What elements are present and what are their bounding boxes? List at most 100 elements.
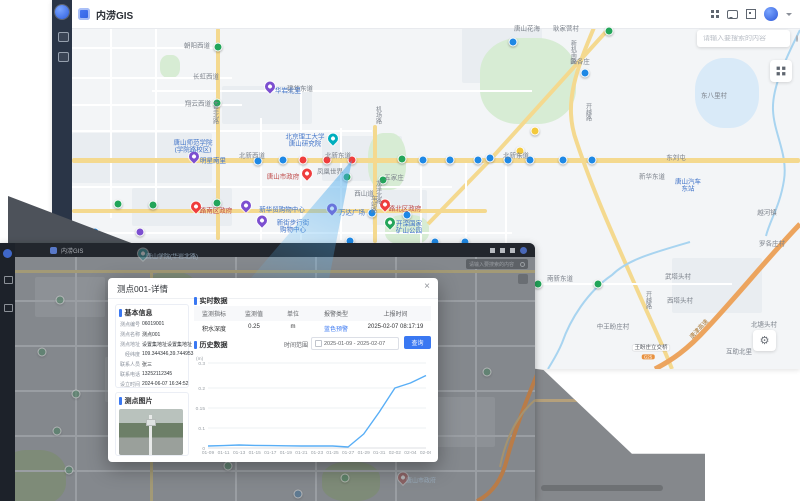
road [505, 158, 507, 243]
message-icon[interactable] [727, 10, 738, 19]
svg-text:02-04: 02-04 [404, 450, 417, 456]
dim-header: 内涝GIS [15, 243, 535, 257]
history-controls: 时间范围 2025-01-09 - 2025-02-07 查询 [194, 336, 431, 350]
section-bar [119, 309, 122, 317]
map-settings-button[interactable]: ⚙ [753, 330, 776, 351]
dim-sidebar [0, 243, 15, 501]
dim-search-placeholder: 请输入要搜索的内容 [466, 261, 520, 268]
road [155, 28, 157, 203]
svg-text:01-19: 01-19 [280, 450, 293, 456]
info-row: 联系人员张三 [119, 361, 185, 368]
dim-message-icon[interactable] [500, 248, 505, 253]
road [72, 186, 452, 188]
info-label: 联系电话 [119, 371, 140, 378]
road [465, 158, 467, 243]
info-label: 设立时间 [119, 381, 140, 388]
svg-text:01-17: 01-17 [264, 450, 277, 456]
info-row: 测点编号06019001 [119, 321, 185, 328]
photo-title: 测点图片 [125, 396, 153, 406]
info-row: 测点名称测点001 [119, 331, 185, 338]
column-header: 报警类型 [312, 306, 360, 321]
dim-marker-grid-button[interactable] [518, 274, 528, 284]
avatar[interactable] [764, 7, 778, 21]
road [420, 158, 422, 243]
column-header: 监测指标 [194, 306, 234, 321]
realtime-title: 实时数据 [200, 296, 228, 306]
sidebar-screen-icon[interactable] [58, 52, 69, 62]
station-detail-modal: 测点001-详情 × 基本信息 测点编号06019001测点名称测点001测点地… [108, 278, 438, 462]
table-cell[interactable]: 蓝色预警 [312, 321, 360, 336]
dim-sidebar-icon[interactable] [4, 304, 13, 312]
table-header-row: 监测指标监测值单位报警类型上报时间 [194, 306, 431, 321]
search-input[interactable] [697, 35, 796, 42]
column-header: 上报时间 [360, 306, 431, 321]
apps-grid-icon[interactable] [711, 10, 719, 18]
main-header: 内涝GIS [72, 0, 800, 29]
road [152, 90, 532, 92]
dim-map-search[interactable]: 请输入要搜索的内容 [466, 259, 528, 269]
svg-text:0.1: 0.1 [198, 426, 205, 432]
dim-fullscreen-icon[interactable] [510, 248, 515, 253]
road [72, 77, 232, 79]
fullscreen-icon[interactable] [746, 9, 756, 19]
info-row: 设立时间2024-06-07 16:34:52 [119, 381, 185, 388]
svg-text:02-06: 02-06 [420, 450, 431, 456]
screen: 内涝GIS ⚙ 朝阳西道长虹西道翔云西道建华东道北新西道北新东道北新东道南新东道… [0, 0, 800, 501]
svg-text:0.2: 0.2 [198, 386, 205, 392]
svg-text:01-31: 01-31 [373, 450, 386, 456]
sidebar-monitor-icon[interactable] [58, 32, 69, 42]
road [260, 118, 262, 240]
dim-road [535, 399, 635, 402]
svg-text:01-09: 01-09 [202, 450, 215, 456]
dim-avatar[interactable] [520, 247, 527, 254]
horizontal-scrollbar[interactable] [541, 485, 663, 491]
photo-card: 测点图片 [115, 392, 189, 456]
road [72, 130, 372, 132]
header-logo-icon [78, 8, 90, 20]
info-value: 109.344346,39.744953 [142, 351, 193, 358]
station-photo[interactable] [119, 409, 183, 455]
history-chart[interactable]: 0.30.20.150.10(m)01-0901-1101-1301-1501-… [194, 354, 431, 456]
info-value: 测点001 [142, 331, 160, 338]
marker-grid-button[interactable] [770, 60, 792, 82]
date-range-input[interactable]: 2025-01-09 - 2025-02-07 [311, 337, 399, 350]
column-header: 监测值 [234, 306, 274, 321]
info-value: 2024-06-07 16:34:52 [142, 381, 188, 388]
svg-text:01-29: 01-29 [358, 450, 371, 456]
info-label: 经纬度 [119, 351, 140, 358]
main-road [373, 125, 377, 243]
svg-text:0.15: 0.15 [196, 406, 206, 412]
dim-apps-grid-icon[interactable] [490, 248, 495, 253]
dim-app-logo-icon[interactable] [3, 249, 12, 258]
info-label: 测点编号 [119, 321, 140, 328]
close-icon[interactable]: × [424, 281, 430, 292]
info-label: 测点名称 [119, 331, 140, 338]
dimmed-map-fragment [535, 366, 705, 501]
chevron-down-icon[interactable] [786, 13, 792, 19]
info-value: 06019001 [142, 321, 164, 328]
realtime-table: 监测指标监测值单位报警类型上报时间积水深度0.25m蓝色预警2025-02-07… [194, 306, 431, 336]
table-cell: m [274, 321, 312, 336]
info-label: 联系人员 [119, 361, 140, 368]
dim-app-title: 内涝GIS [61, 246, 83, 255]
main-road [72, 209, 487, 213]
basic-info-rows: 测点编号06019001测点名称测点001测点地址设置集地址设置集地址经纬度10… [119, 321, 185, 388]
search-icon[interactable] [796, 35, 798, 42]
table-cell: 0.25 [234, 321, 274, 336]
section-bar [119, 397, 122, 405]
dim-sidebar-icon[interactable] [4, 276, 13, 284]
road [300, 88, 302, 240]
road [72, 47, 222, 49]
info-row: 经纬度109.344346,39.744953 [119, 351, 185, 358]
svg-text:01-23: 01-23 [311, 450, 324, 456]
svg-text:01-15: 01-15 [249, 450, 262, 456]
dim-header-logo-icon [50, 247, 57, 254]
table-cell: 2025-02-07 08:17:19 [360, 321, 431, 336]
road [110, 28, 112, 218]
road [512, 283, 732, 285]
query-button[interactable]: 查询 [404, 336, 431, 349]
app-title: 内涝GIS [96, 7, 133, 22]
svg-text:01-27: 01-27 [342, 450, 355, 456]
main-road [216, 28, 220, 240]
app-logo-icon[interactable] [55, 5, 69, 19]
